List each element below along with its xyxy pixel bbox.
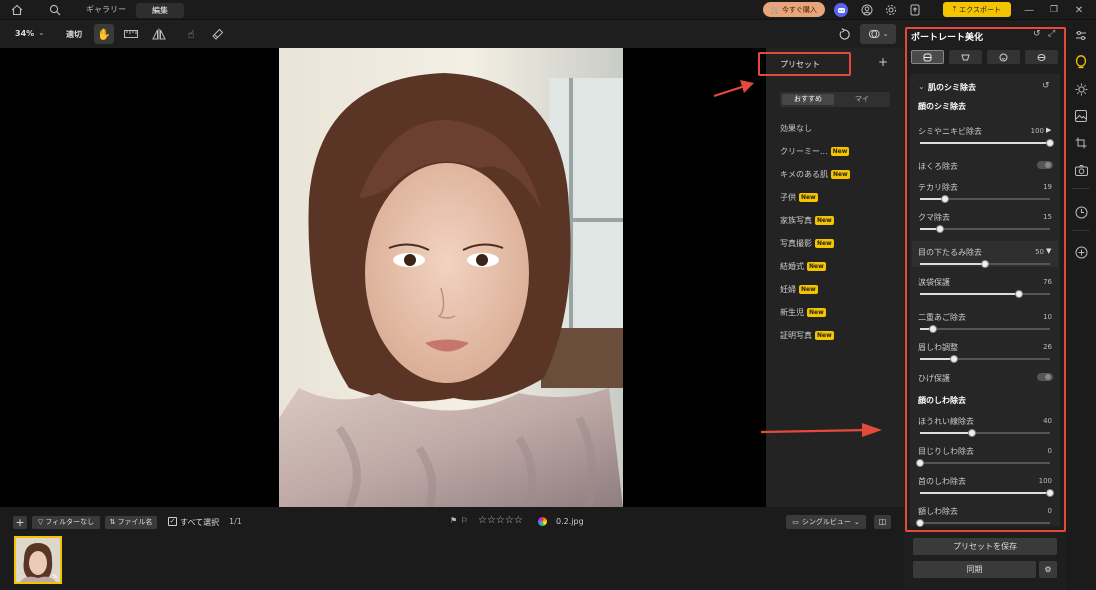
upload-icon: ⤒ — [953, 5, 957, 13]
restore-icon[interactable]: ❐ — [1047, 3, 1061, 17]
preset-item[interactable]: 妊婦 New — [780, 284, 818, 295]
hand-tool-icon[interactable]: ✋ — [94, 24, 114, 44]
history-icon[interactable] — [1073, 204, 1089, 220]
layers-icon — [868, 29, 880, 39]
new-badge: New — [830, 147, 850, 156]
monitor-icon: ▭ — [792, 518, 799, 526]
tab-mine[interactable]: マイ — [836, 94, 888, 105]
preset-highlight-box — [758, 52, 851, 76]
adjust-icon[interactable] — [1073, 27, 1089, 43]
discord-icon[interactable] — [834, 3, 848, 17]
preset-item[interactable]: キメのある肌 New — [780, 169, 850, 180]
chevron-down-icon: ⌄ — [853, 518, 860, 526]
split-view-icon[interactable]: ◫ — [874, 515, 891, 529]
sync-button[interactable]: 同期 — [913, 561, 1036, 578]
view-mode-select[interactable]: ▭ シングルビュー ⌄ — [786, 515, 866, 529]
toolbar: 34% ⌄ 適切 ✋ ☝ ⌄ — [0, 20, 904, 48]
add-image-icon[interactable]: + — [13, 516, 27, 529]
new-badge: New — [815, 331, 834, 340]
image-count: 1/1 — [229, 517, 242, 526]
select-all-label[interactable]: すべて選択 — [180, 517, 219, 528]
preset-item-label: 効果なし — [780, 124, 812, 133]
touch-icon[interactable]: ☝ — [183, 26, 199, 42]
new-badge: New — [815, 216, 834, 225]
reset-icon[interactable] — [836, 26, 852, 42]
tab-edit[interactable]: 編集 — [136, 3, 184, 18]
sort-icon: ⇅ — [109, 518, 116, 526]
sort-filename-button[interactable]: ⇅ ファイル名 — [105, 516, 157, 529]
filter-icon: ▽ — [37, 518, 44, 526]
minimize-icon[interactable]: — — [1022, 3, 1036, 17]
panel-highlight-box — [905, 27, 1066, 532]
fit-button[interactable]: 適切 — [66, 29, 82, 40]
tab-gallery[interactable]: ギャラリー — [86, 4, 126, 15]
filter-button[interactable]: ▽ フィルターなし — [32, 516, 100, 529]
camera-icon[interactable] — [1073, 162, 1089, 178]
gear-icon[interactable] — [884, 3, 898, 17]
ruler-icon[interactable] — [123, 27, 139, 41]
chevron-down-icon[interactable]: ⌄ — [38, 28, 45, 37]
add-preset-icon[interactable]: + — [878, 55, 888, 69]
color-label-icon[interactable] — [538, 517, 547, 526]
preset-item-label: 子供 — [780, 193, 796, 202]
new-badge: New — [799, 285, 818, 294]
preset-item[interactable]: 写真撮影 New — [780, 238, 834, 249]
home-icon[interactable] — [10, 3, 24, 17]
preset-item[interactable]: 子供 New — [780, 192, 818, 203]
preset-item[interactable]: クリーミー... New — [780, 146, 850, 157]
save-preset-button[interactable]: プリセットを保存 — [913, 538, 1057, 555]
close-icon[interactable]: ✕ — [1072, 3, 1086, 17]
new-badge: New — [815, 239, 834, 248]
preset-item-label: 新生児 — [780, 308, 804, 317]
thumbnail[interactable]: ✎ — [14, 536, 62, 584]
portrait-photo — [279, 48, 623, 507]
reject-flag-icon[interactable]: ⚐ — [461, 516, 468, 525]
new-badge: New — [807, 262, 826, 271]
arrow-annotation-top — [713, 80, 754, 98]
tab-recommended[interactable]: おすすめ — [782, 94, 834, 105]
preset-item[interactable]: 証明写真 New — [780, 330, 834, 341]
portrait-icon[interactable] — [1072, 53, 1090, 71]
overlay-toggle[interactable]: ⌄ — [860, 24, 896, 44]
preset-item-label: 結婚式 — [780, 262, 804, 271]
star-rating[interactable]: ☆☆☆☆☆ — [478, 515, 523, 526]
new-badge: New — [807, 308, 826, 317]
zoom-level[interactable]: 34% — [15, 29, 34, 38]
export-button[interactable]: ⤒ エクスポート — [943, 2, 1011, 17]
preset-item-label: キメのある肌 — [780, 170, 828, 179]
new-badge: New — [831, 170, 850, 179]
crop-icon[interactable] — [1073, 135, 1089, 151]
preset-item[interactable]: 効果なし — [780, 123, 812, 134]
eraser-icon[interactable] — [210, 26, 226, 42]
cart-icon: 🛒 — [771, 5, 780, 14]
add-icon[interactable] — [1073, 244, 1089, 260]
image-icon[interactable] — [1073, 108, 1089, 124]
file-name: 0.2.jpg — [556, 517, 584, 526]
preset-tabs: おすすめ マイ — [780, 92, 890, 107]
buy-now-button[interactable]: 🛒 今すぐ購入 — [763, 2, 825, 17]
preset-item[interactable]: 新生児 New — [780, 307, 826, 318]
bottom-bar: + ▽ フィルターなし ⇅ ファイル名 ✓ すべて選択 1/1 ⚑ ⚐ ☆☆☆☆☆ … — [0, 507, 904, 590]
top-bar: ギャラリー 編集 🛒 今すぐ購入 ⤒ エクスポート — ❐ ✕ — [0, 0, 1096, 20]
arrow-annotation-bottom — [760, 423, 882, 437]
light-icon[interactable] — [1073, 81, 1089, 97]
new-badge: New — [799, 193, 818, 202]
preset-item[interactable]: 結婚式 New — [780, 261, 826, 272]
search-icon[interactable] — [48, 3, 62, 17]
share-icon[interactable] — [908, 3, 922, 17]
flag-icon[interactable]: ⚑ — [450, 516, 457, 525]
compare-icon[interactable] — [151, 27, 167, 41]
account-icon[interactable] — [860, 3, 874, 17]
select-all-checkbox[interactable]: ✓ — [168, 517, 177, 526]
preset-item-label: 写真撮影 — [780, 239, 812, 248]
preset-item-label: 証明写真 — [780, 331, 812, 340]
edited-pencil-icon: ✎ — [52, 573, 58, 581]
preset-item-label: 家族写真 — [780, 216, 812, 225]
preset-item-label: クリーミー... — [780, 147, 828, 156]
sync-settings-icon[interactable]: ⚙ — [1039, 561, 1057, 578]
preset-item[interactable]: 家族写真 New — [780, 215, 834, 226]
tool-rail — [1066, 20, 1096, 590]
preset-item-label: 妊婦 — [780, 285, 796, 294]
chevron-down-icon: ⌄ — [882, 30, 889, 38]
